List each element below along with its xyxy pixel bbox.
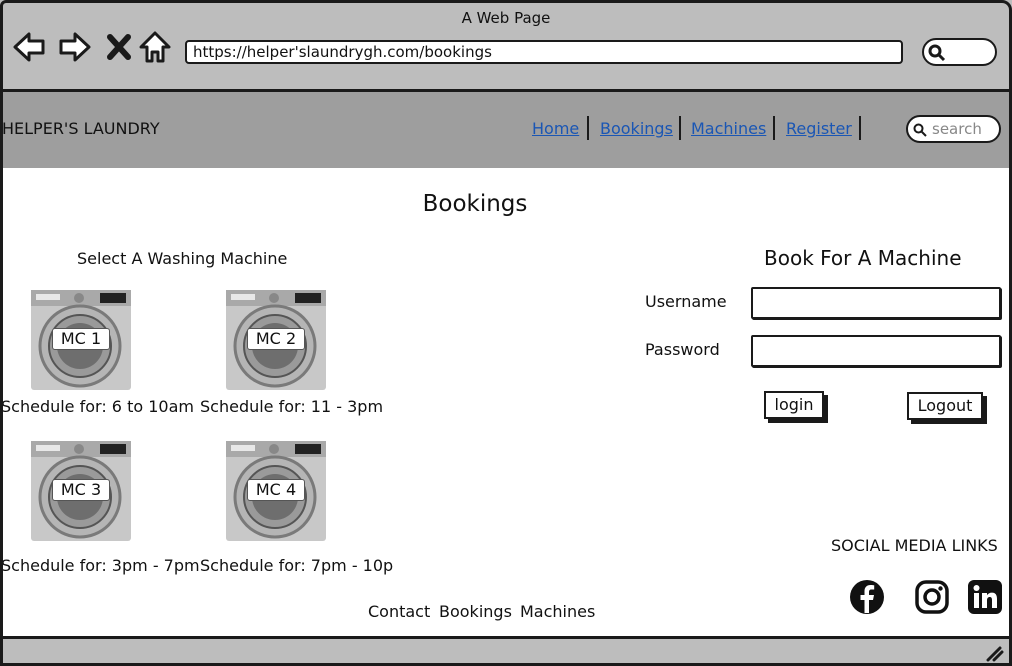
washing-machine-1[interactable]: MC 1 — [31, 290, 131, 390]
machine-schedule: Schedule for: 6 to 10am — [1, 397, 194, 416]
password-field[interactable] — [751, 335, 1001, 367]
washing-machine-2[interactable]: MC 2 — [226, 290, 326, 390]
nav-bookings-link[interactable]: Bookings — [600, 119, 673, 138]
site-brand: HELPER'S LAUNDRY — [2, 119, 160, 138]
page-title: Bookings — [422, 191, 528, 217]
machine-label: MC 1 — [52, 328, 110, 350]
linkedin-icon[interactable] — [967, 579, 1003, 615]
home-icon[interactable] — [138, 30, 172, 64]
machine-label: MC 4 — [247, 479, 305, 501]
booking-form-heading: Book For A Machine — [764, 246, 962, 270]
select-machine-heading: Select A Washing Machine — [77, 249, 288, 268]
resize-grip-icon[interactable] — [984, 644, 1004, 662]
site-search-input[interactable]: search — [906, 115, 1001, 143]
nav-machines-link[interactable]: Machines — [691, 119, 766, 138]
washing-machine-4[interactable]: MC 4 — [226, 441, 326, 541]
footer-contact-link[interactable]: Contact — [368, 602, 430, 621]
username-field[interactable] — [751, 287, 1001, 319]
close-icon[interactable] — [104, 30, 138, 64]
site-header: HELPER'S LAUNDRY Home Bookings Machines … — [0, 92, 1012, 168]
nav-divider — [587, 116, 589, 140]
nav-home-link[interactable]: Home — [532, 119, 579, 138]
footer-machines-link[interactable]: Machines — [520, 602, 595, 621]
facebook-icon[interactable] — [849, 579, 885, 615]
password-label: Password — [645, 340, 720, 359]
username-label: Username — [645, 292, 727, 311]
back-arrow-icon[interactable] — [12, 30, 46, 64]
nav-divider — [679, 116, 681, 140]
nav-divider — [859, 116, 861, 140]
machine-schedule: Schedule for: 3pm - 7pm — [1, 556, 200, 575]
browser-toolbar: A Web Page https://helper'slaundrygh.com… — [0, 0, 1012, 92]
logout-button[interactable]: Logout — [907, 392, 983, 420]
search-placeholder: search — [932, 120, 982, 138]
browser-status-bar — [0, 636, 1012, 666]
login-button[interactable]: login — [764, 391, 824, 419]
forward-arrow-icon[interactable] — [58, 30, 92, 64]
machine-schedule: Schedule for: 7pm - 10p — [200, 556, 394, 575]
social-media-heading: SOCIAL MEDIA LINKS — [831, 536, 998, 555]
machine-schedule: Schedule for: 11 - 3pm — [200, 397, 384, 416]
footer-bookings-link[interactable]: Bookings — [439, 602, 512, 621]
machine-label: MC 2 — [247, 328, 305, 350]
washing-machine-3[interactable]: MC 3 — [31, 441, 131, 541]
address-bar[interactable]: https://helper'slaundrygh.com/bookings — [185, 40, 903, 64]
browser-search-box[interactable] — [922, 38, 997, 66]
search-icon — [928, 44, 946, 62]
nav-divider — [773, 116, 775, 140]
nav-register-link[interactable]: Register — [786, 119, 852, 138]
search-icon — [913, 123, 927, 137]
window-title: A Web Page — [461, 9, 551, 27]
instagram-icon[interactable] — [914, 579, 950, 615]
machine-label: MC 3 — [52, 479, 110, 501]
